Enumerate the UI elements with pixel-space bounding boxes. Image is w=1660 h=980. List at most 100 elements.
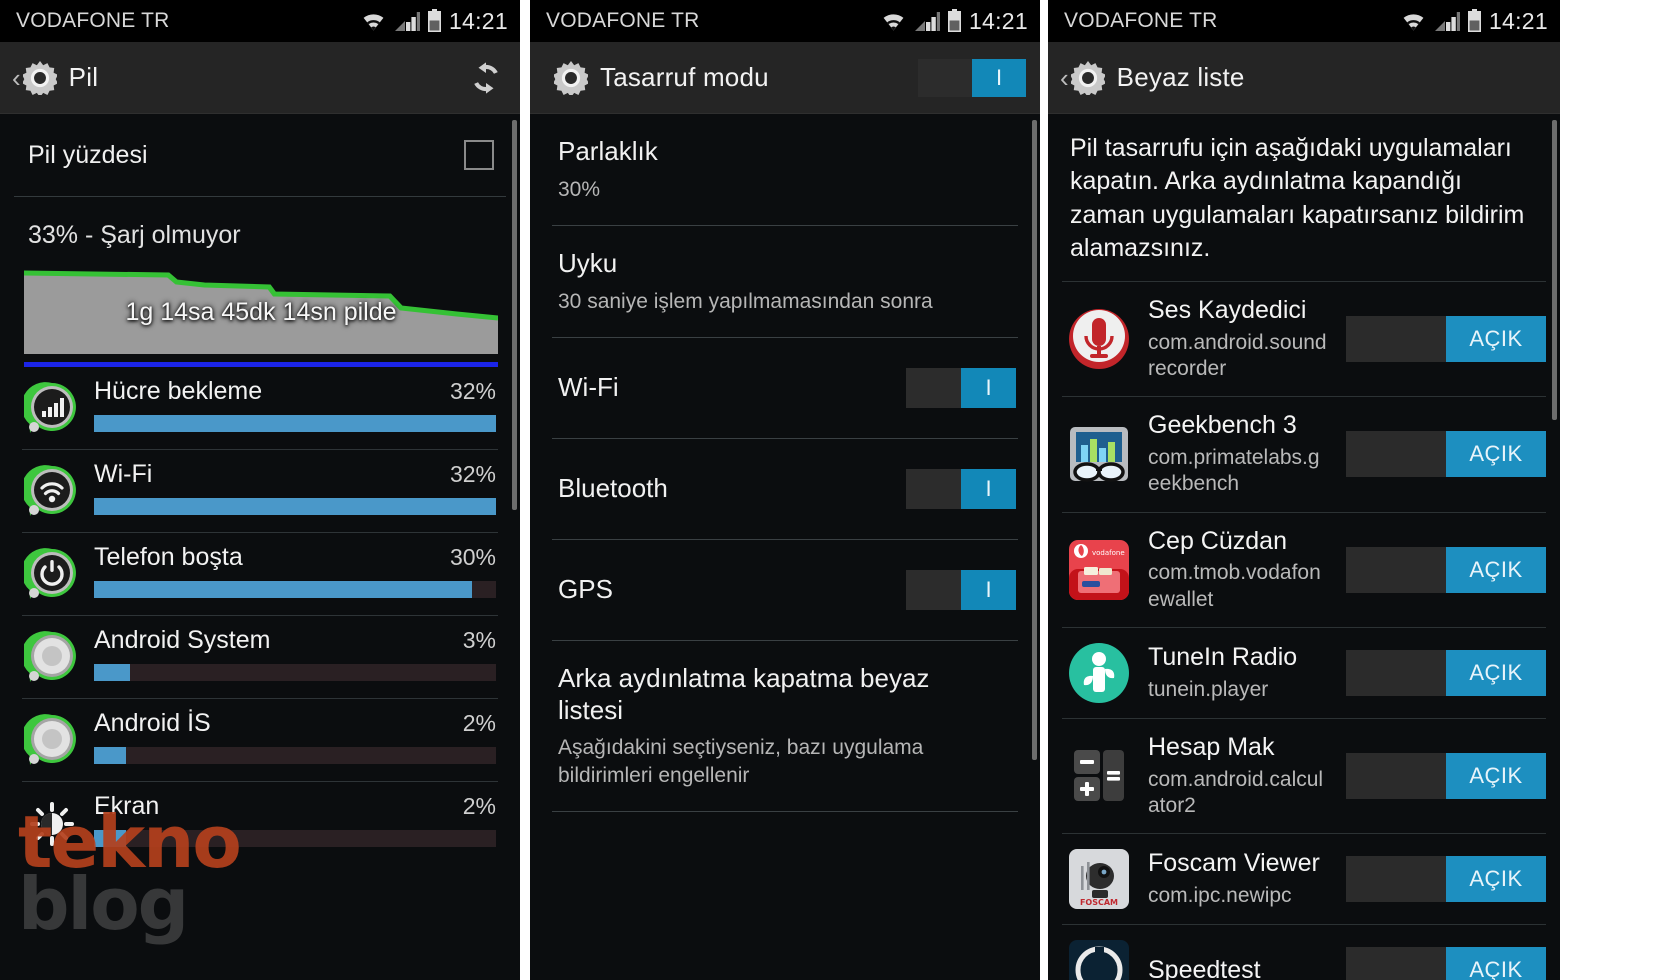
app-name: Geekbench 3 [1148, 411, 1297, 440]
row-subtitle: 30 saniye işlem yapılmamasından sonra [558, 289, 933, 313]
wifi-icon [363, 14, 384, 31]
toggle-on-label: AÇIK [1446, 431, 1546, 478]
scrollbar[interactable] [1032, 120, 1037, 760]
wifi-toggle[interactable]: I [906, 368, 1016, 409]
app-package: com.primatelabs.geekbench [1148, 446, 1320, 496]
list-item[interactable]: Ses Kaydedici com.android.soundrecorder … [1048, 282, 1560, 396]
power-icon [24, 548, 76, 599]
back-chevron-icon[interactable]: ‹ [12, 65, 21, 91]
gear-icon [22, 60, 57, 95]
foscam-icon: FOSCAM [1069, 849, 1129, 909]
list-item[interactable]: Geekbench 3 com.primatelabs.geekbench AÇ… [1048, 397, 1560, 511]
usage-name: Android İS [94, 709, 211, 737]
whitelist-body: Pil tasarrufu için aşağıdaki uygulamalar… [1048, 114, 1560, 980]
list-item-brightness[interactable]: Parlaklık 30% [530, 114, 1040, 225]
app-toggle-button[interactable]: AÇIK [1346, 947, 1546, 980]
signal-icon [1434, 12, 1460, 31]
toggle-off-half [1346, 856, 1446, 902]
app-package: com.tmob.vodafonewallet [1148, 561, 1321, 611]
battery-icon [427, 9, 441, 32]
toggle-off-half [918, 58, 972, 97]
list-item[interactable]: Android System 3% [0, 616, 520, 698]
gps-toggle[interactable]: I [906, 570, 1016, 611]
list-item[interactable]: vodafone Cep Cüzdan com.tmob.vodafonewal… [1048, 513, 1560, 627]
usage-percent: 2% [462, 710, 496, 736]
toggle-on-label: AÇIK [1446, 649, 1546, 696]
speedtest-icon [1069, 940, 1129, 980]
app-name: TuneIn Radio [1148, 642, 1298, 671]
power-saving-master-toggle[interactable]: I [918, 58, 1026, 97]
toggle-off-half [1346, 947, 1446, 980]
usage-bar [94, 664, 496, 681]
list-item[interactable]: Ekran 2% [0, 782, 520, 864]
app-name: Hesap Mak [1148, 732, 1275, 761]
toggle-on-half: I [972, 58, 1026, 97]
app-name: Cep Cüzdan [1148, 526, 1287, 555]
battery-percent-row[interactable]: Pil yüzdesi [0, 114, 520, 196]
toggle-on-half: I [961, 469, 1016, 510]
list-item[interactable]: Hesap Mak com.android.calculator2 AÇIK [1048, 719, 1560, 833]
status-bar-icons: 14:21 [1400, 8, 1548, 35]
app-package: com.android.soundrecorder [1148, 330, 1327, 380]
battery-graph-caption: 1g 14sa 45dk 14sn pilde [125, 298, 397, 326]
action-bar-actions: I [902, 58, 1026, 97]
app-name: Ses Kaydedici [1148, 296, 1307, 324]
battery-icon [1467, 9, 1481, 32]
row-title: Parlaklık [558, 136, 658, 166]
usage-name: Hücre bekleme [94, 377, 263, 405]
battery-status-text: 33% - Şarj olmuyor [28, 221, 241, 249]
back-chevron-icon[interactable]: ‹ [1060, 65, 1069, 91]
signal-bars-icon [24, 382, 76, 433]
list-item[interactable]: Telefon boşta 30% [0, 533, 520, 615]
screenshot-collage: VODAFONE TR 14:21 ‹ Pil Pil yüzdesi 33% … [0, 0, 1660, 980]
scrollbar[interactable] [512, 120, 517, 510]
usage-percent: 2% [462, 793, 496, 819]
list-item[interactable]: Wi-Fi 32% [0, 450, 520, 532]
geekbench-icon [1070, 427, 1128, 483]
scrollbar[interactable] [1552, 120, 1557, 420]
usage-name: Android System [94, 626, 271, 654]
bluetooth-toggle[interactable]: I [906, 469, 1016, 510]
battery-icon [947, 9, 961, 32]
list-item[interactable]: Speedtest AÇIK [1048, 925, 1560, 980]
app-toggle-button[interactable]: AÇIK [1346, 546, 1546, 593]
page-title: Pil [68, 62, 99, 92]
list-item[interactable]: Android İS 2% [0, 699, 520, 781]
android-icon [24, 631, 76, 682]
list-item[interactable]: FOSCAM Foscam Viewer com.ipc.newipc AÇIK [1048, 834, 1560, 924]
wifi-icon [1403, 14, 1424, 31]
app-package: com.ipc.newipc [1148, 883, 1292, 907]
toggle-off-half [1346, 752, 1446, 799]
toggle-on-label: AÇIK [1446, 752, 1546, 799]
gear-icon [1070, 60, 1105, 95]
app-toggle-button[interactable]: AÇIK [1346, 431, 1546, 478]
list-item-backlight-whitelist[interactable]: Arka aydınlatma kapatma beyaz listesi Aş… [530, 641, 1040, 811]
usage-name: Wi-Fi [94, 460, 153, 488]
toggle-on-half: I [961, 570, 1016, 611]
list-item[interactable]: TuneIn Radio tunein.player AÇIK [1048, 628, 1560, 718]
list-item-wifi[interactable]: Wi-Fi I [530, 338, 1040, 438]
wifi-icon [24, 465, 76, 516]
usage-name: Ekran [94, 792, 160, 820]
list-item-gps[interactable]: GPS I [530, 540, 1040, 640]
list-item-bluetooth[interactable]: Bluetooth I [530, 439, 1040, 539]
app-toggle-button[interactable]: AÇIK [1346, 752, 1546, 799]
usage-bar [94, 830, 496, 847]
wifi-icon [883, 14, 904, 31]
clock: 14:21 [1488, 7, 1548, 34]
app-toggle-button[interactable]: AÇIK [1346, 316, 1546, 363]
refresh-icon[interactable] [466, 58, 506, 98]
android-icon [24, 714, 76, 765]
usage-name: Telefon boşta [94, 543, 243, 571]
divider [552, 811, 1018, 813]
battery-percent-checkbox[interactable] [464, 140, 494, 170]
list-item-sleep[interactable]: Uyku 30 saniye işlem yapılmamasından son… [530, 226, 1040, 337]
app-toggle-button[interactable]: AÇIK [1346, 856, 1546, 902]
svg-text:vodafone: vodafone [1092, 549, 1125, 557]
carrier-label: VODAFONE TR [1064, 9, 1218, 32]
page-title: Tasarruf modu [600, 62, 769, 92]
calculator-icon [1074, 749, 1124, 801]
status-bar-icons: 14:21 [360, 8, 508, 35]
app-toggle-button[interactable]: AÇIK [1346, 649, 1546, 696]
list-item[interactable]: Hücre bekleme 32% [0, 367, 520, 449]
